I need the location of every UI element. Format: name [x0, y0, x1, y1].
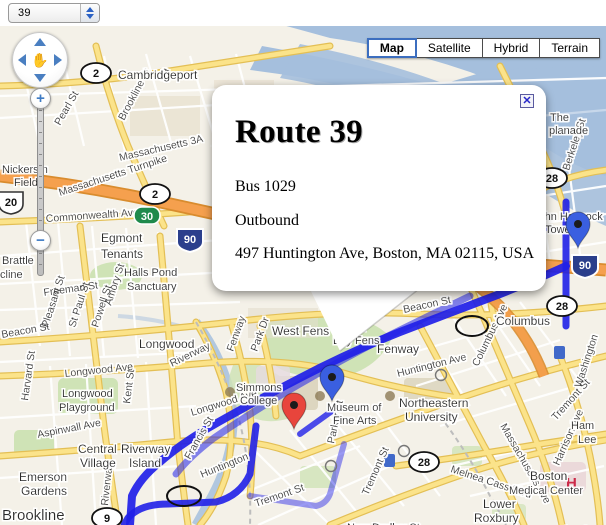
place-label: Island: [129, 456, 161, 470]
place-label: Lower: [483, 497, 516, 511]
triangle-down-icon[interactable]: [86, 14, 94, 19]
map-type-button-hybrid[interactable]: Hybrid: [482, 38, 541, 58]
shield-label: 2: [152, 189, 158, 201]
map-type-button-satellite[interactable]: Satellite: [416, 38, 483, 58]
place-label: Fenway: [377, 342, 419, 356]
place-label: Playground: [59, 402, 115, 414]
place-label: Roxbury: [474, 511, 519, 525]
place-label: Gardens: [21, 484, 67, 498]
stepper-arrows[interactable]: [80, 4, 99, 22]
place-label: Egmont: [101, 231, 143, 245]
highway-shield: 90: [571, 254, 599, 280]
info-window: ✕ Route 39 Bus 1029 Outbound 497 Hunting…: [212, 85, 546, 291]
place-label: cline: [0, 269, 23, 281]
place-label: University: [405, 410, 458, 424]
highway-shield: 20: [0, 191, 24, 215]
place-label: Fine Arts: [333, 415, 377, 427]
pan-hand-icon[interactable]: ✋: [31, 51, 49, 69]
place-label: Medical Center: [509, 485, 583, 497]
place-label: Longwood: [62, 388, 113, 400]
place-label: Bay Fens: [333, 335, 380, 347]
map-application: 39 H Massachusetts Turnpike Commonwealth…: [0, 0, 606, 525]
place-label: Central: [78, 442, 117, 456]
shield-label: 90: [184, 234, 196, 246]
place-label: The: [550, 112, 569, 124]
place-label: Brookline: [2, 507, 65, 524]
shield-label: 28: [418, 457, 430, 469]
arrow-right-icon[interactable]: [54, 54, 62, 66]
shield-label: 9: [104, 513, 110, 525]
place-label: Sanctuary: [127, 281, 177, 293]
highway-shield: 30: [133, 206, 161, 225]
place-label: Lee: [578, 434, 596, 446]
highway-shield: 90: [176, 228, 204, 254]
map-type-control[interactable]: Map Satellite Hybrid Terrain: [366, 38, 600, 58]
highway-shield: 2: [80, 62, 112, 84]
map-type-button-map[interactable]: Map: [366, 38, 417, 58]
place-label: Riverway: [121, 442, 170, 456]
place-label: Simmons: [236, 382, 282, 394]
highway-shield: 2: [139, 183, 171, 205]
highway-shield: 9: [91, 507, 123, 525]
info-window-bus: Bus 1029: [235, 178, 296, 195]
place-label: Halls Pond: [124, 267, 177, 279]
zoom-control[interactable]: + −: [28, 88, 52, 288]
highway-shield: 28: [408, 451, 440, 473]
map-type-button-terrain[interactable]: Terrain: [540, 38, 600, 58]
info-window-direction: Outbound: [235, 212, 299, 229]
place-label: planade: [549, 125, 588, 137]
triangle-up-icon[interactable]: [86, 7, 94, 12]
close-x-icon[interactable]: ✕: [520, 94, 534, 108]
zoom-out-button[interactable]: −: [30, 230, 51, 251]
highway-shield: 28: [546, 295, 578, 317]
place-label: Tenants: [101, 247, 143, 261]
shield-label: 2: [93, 68, 99, 80]
place-label: College: [240, 395, 277, 407]
info-window-title: Route 39: [235, 114, 363, 150]
info-window-address: 497 Huntington Ave, Boston, MA 02115, US…: [235, 245, 535, 262]
place-label: Village: [80, 456, 116, 470]
place-label: West Fens: [272, 324, 329, 338]
place-label: Cambridgeport: [118, 68, 198, 82]
shield-label: 28: [546, 173, 558, 185]
route-number-stepper[interactable]: 39: [8, 3, 100, 23]
place-label: Museum of: [327, 402, 382, 414]
arrow-left-icon[interactable]: [18, 54, 26, 66]
shield-label: 20: [5, 197, 17, 209]
toolbar: 39: [0, 0, 606, 26]
pan-control[interactable]: ✋: [12, 32, 68, 88]
place-label: Back: [341, 322, 366, 334]
shield-label: 30: [141, 211, 153, 223]
zoom-in-button[interactable]: +: [30, 88, 51, 109]
place-label: Boston: [530, 469, 567, 483]
arrow-up-icon[interactable]: [34, 38, 46, 46]
place-label: Northeastern: [399, 396, 468, 410]
arrow-down-icon[interactable]: [34, 74, 46, 82]
place-label: Ham: [571, 420, 594, 432]
place-label: Columbus: [496, 314, 550, 328]
route-number-value[interactable]: 39: [9, 4, 80, 22]
place-label: Emerson: [19, 470, 67, 484]
shield-label: 90: [579, 260, 591, 272]
shield-label: 28: [556, 301, 568, 313]
place-label: Longwood: [139, 337, 194, 351]
